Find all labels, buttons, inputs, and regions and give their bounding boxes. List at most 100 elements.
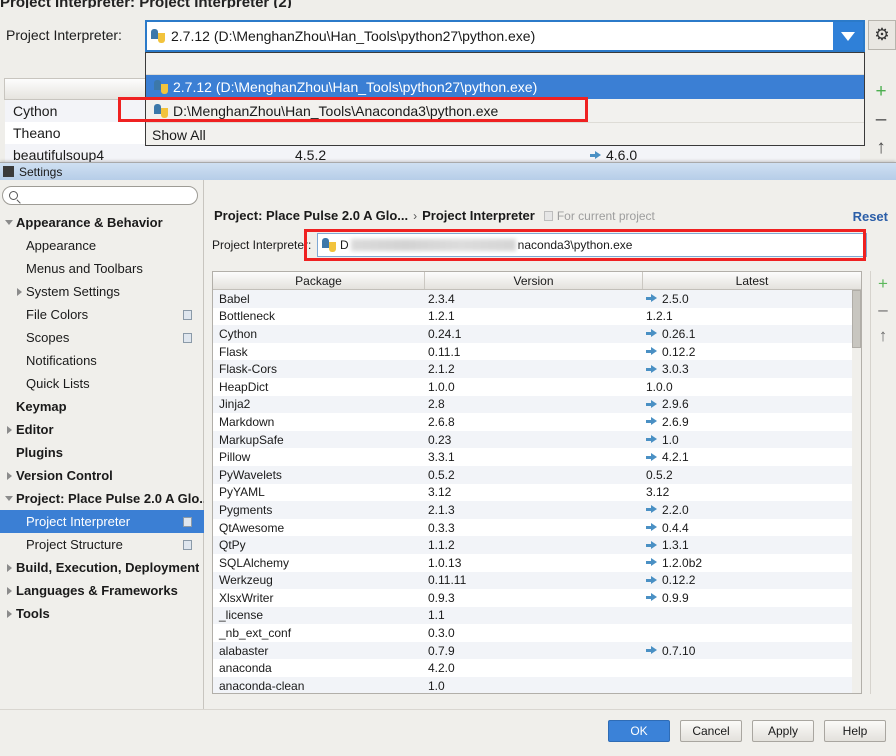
- help-button[interactable]: Help: [824, 720, 886, 742]
- upgrade-arrow-icon: [646, 593, 657, 602]
- column-header-version[interactable]: Version: [425, 272, 643, 289]
- search-input[interactable]: [18, 187, 178, 204]
- sidebar-item-scopes[interactable]: Scopes: [0, 326, 204, 349]
- table-row[interactable]: Bottleneck 1.2.1 1.2.1: [213, 307, 861, 326]
- cell-version: 0.23: [428, 432, 452, 447]
- chevron-right-icon[interactable]: [2, 586, 16, 595]
- table-row[interactable]: Pillow 3.3.1 4.2.1: [213, 448, 861, 466]
- sidebar-item-appearance[interactable]: Appearance: [0, 234, 204, 257]
- sidebar-item-plugins[interactable]: Plugins: [0, 441, 204, 464]
- table-row[interactable]: PyYAML 3.12 3.12: [213, 483, 861, 502]
- cell-version: 3.12: [428, 485, 452, 500]
- table-row[interactable]: XlsxWriter 0.9.3 0.9.9: [213, 589, 861, 607]
- sidebar-item-languages-frameworks[interactable]: Languages & Frameworks: [0, 579, 204, 602]
- table-row[interactable]: Flask-Cors 2.1.2 3.0.3: [213, 360, 861, 378]
- table-row[interactable]: PyWavelets 0.5.2 0.5.2: [213, 465, 861, 484]
- background-row-package: Cython: [13, 103, 58, 119]
- cell-version: 0.11.1: [428, 344, 461, 359]
- cell-version: 0.5.2: [428, 467, 455, 482]
- table-row[interactable]: alabaster 0.7.9 0.7.10: [213, 641, 861, 660]
- sidebar-item-quick-lists[interactable]: Quick Lists: [0, 372, 204, 395]
- sidebar-item-label: Build, Execution, Deployment: [16, 560, 200, 575]
- sidebar-item-project[interactable]: Project: Place Pulse 2.0 A Glo...: [0, 487, 204, 510]
- column-header-latest[interactable]: Latest: [643, 272, 861, 289]
- ok-button[interactable]: OK: [608, 720, 670, 742]
- breadcrumb-project[interactable]: Project: Place Pulse 2.0 A Glo...: [214, 208, 408, 223]
- sidebar-item-appearance-behavior[interactable]: Appearance & Behavior: [0, 211, 204, 234]
- latest-version-text: 1.0: [662, 432, 679, 447]
- interpreter-dropdown-popup[interactable]: 2.7.12 (D:\MenghanZhou\Han_Tools\python2…: [145, 52, 865, 146]
- table-row[interactable]: Cython 0.24.1 0.26.1: [213, 325, 861, 343]
- sidebar-item-project-structure[interactable]: Project Structure: [0, 533, 204, 556]
- table-row[interactable]: HeapDict 1.0.0 1.0.0: [213, 377, 861, 396]
- table-row[interactable]: MarkupSafe 0.23 1.0: [213, 430, 861, 449]
- cell-version: 2.1.2: [428, 362, 455, 377]
- cell-package: _license: [219, 608, 264, 623]
- sidebar-item-build-execution-deployment[interactable]: Build, Execution, Deployment: [0, 556, 204, 579]
- upgrade-arrow-icon: [646, 452, 657, 462]
- packages-scrollbar-thumb[interactable]: [852, 290, 861, 348]
- table-row[interactable]: QtPy 1.1.2 1.3.1: [213, 536, 861, 554]
- window-title: Settings: [19, 164, 63, 179]
- apply-button[interactable]: Apply: [752, 720, 814, 742]
- upgrade-arrow-icon: [646, 523, 657, 532]
- background-interpreter-combobox[interactable]: 2.7.12 (D:\MenghanZhou\Han_Tools\python2…: [145, 20, 865, 52]
- sidebar-item-system-settings[interactable]: System Settings: [0, 280, 204, 303]
- cell-version: 0.24.1: [428, 326, 462, 341]
- cell-latest: 2.9.6: [643, 397, 861, 411]
- sidebar-item-tools[interactable]: Tools: [0, 602, 204, 625]
- sidebar-item-menus-and-toolbars[interactable]: Menus and Toolbars: [0, 257, 204, 280]
- packages-scrollbar[interactable]: [852, 290, 861, 693]
- settings-search-box[interactable]: [2, 186, 198, 205]
- background-upgrade-package-button[interactable]: ↑: [866, 134, 896, 162]
- table-row[interactable]: anaconda 4.2.0: [213, 659, 861, 678]
- background-gear-button[interactable]: ⚙: [868, 20, 896, 50]
- cell-version: 4.2.0: [428, 661, 455, 676]
- chevron-down-icon[interactable]: [2, 496, 16, 501]
- dropdown-item-anaconda3[interactable]: D:\MenghanZhou\Han_Tools\Anaconda3\pytho…: [146, 99, 864, 123]
- table-row[interactable]: Werkzeug 0.11.11 0.12.2: [213, 571, 861, 590]
- sidebar-item-version-control[interactable]: Version Control: [0, 464, 204, 487]
- sidebar-item-file-colors[interactable]: File Colors: [0, 303, 204, 326]
- column-header-package[interactable]: Package: [213, 272, 425, 289]
- table-row[interactable]: QtAwesome 0.3.3 0.4.4: [213, 518, 861, 537]
- breadcrumb: Project: Place Pulse 2.0 A Glo... › Proj…: [214, 208, 655, 223]
- sidebar-item-project-interpreter[interactable]: Project Interpreter: [0, 510, 204, 533]
- sidebar-item-editor[interactable]: Editor: [0, 418, 204, 441]
- table-row[interactable]: Jinja2 2.8 2.9.6: [213, 395, 861, 414]
- cell-latest: 4.2.1: [643, 450, 861, 464]
- reset-link[interactable]: Reset: [853, 209, 888, 224]
- chevron-right-icon[interactable]: [2, 425, 16, 434]
- table-row[interactable]: Pygments 2.1.3 2.2.0: [213, 501, 861, 519]
- cell-latest: 0.12.2: [643, 573, 861, 587]
- sidebar-item-notifications[interactable]: Notifications: [0, 349, 204, 372]
- cell-package: anaconda-clean: [219, 678, 305, 693]
- upgrade-package-button[interactable]: ↑: [871, 323, 895, 349]
- dropdown-show-all-item[interactable]: Show All: [146, 123, 864, 147]
- chevron-down-icon[interactable]: [2, 220, 16, 225]
- table-row[interactable]: SQLAlchemy 1.0.13 1.2.0b2: [213, 553, 861, 572]
- dropdown-item-python27[interactable]: 2.7.12 (D:\MenghanZhou\Han_Tools\python2…: [146, 75, 864, 99]
- table-row[interactable]: Markdown 2.6.8 2.6.9: [213, 413, 861, 431]
- add-package-button[interactable]: +: [871, 271, 895, 297]
- latest-version-text: 4.2.1: [662, 450, 689, 465]
- remove-package-button[interactable]: –: [871, 297, 895, 323]
- table-row[interactable]: _nb_ext_conf 0.3.0: [213, 624, 861, 642]
- project-interpreter-combobox[interactable]: D naconda3\python.exe: [317, 233, 867, 257]
- cancel-button[interactable]: Cancel: [680, 720, 742, 742]
- chevron-right-icon[interactable]: [2, 563, 16, 572]
- table-row[interactable]: Flask 0.11.1 0.12.2: [213, 342, 861, 361]
- background-add-package-button[interactable]: +: [866, 78, 896, 106]
- window-icon: [3, 166, 14, 177]
- cell-version: 1.1.2: [428, 538, 455, 553]
- table-row[interactable]: _license 1.1: [213, 606, 861, 625]
- chevron-right-icon[interactable]: [2, 471, 16, 480]
- sidebar-item-keymap[interactable]: Keymap: [0, 395, 204, 418]
- chevron-right-icon[interactable]: [12, 287, 26, 296]
- sidebar-item-label: System Settings: [26, 284, 120, 299]
- table-row[interactable]: Babel 2.3.4 2.5.0: [213, 290, 861, 308]
- background-remove-package-button[interactable]: –: [866, 106, 896, 134]
- chevron-right-icon[interactable]: [2, 609, 16, 618]
- table-row[interactable]: anaconda-clean 1.0: [213, 677, 861, 693]
- chevron-down-icon[interactable]: [833, 22, 863, 50]
